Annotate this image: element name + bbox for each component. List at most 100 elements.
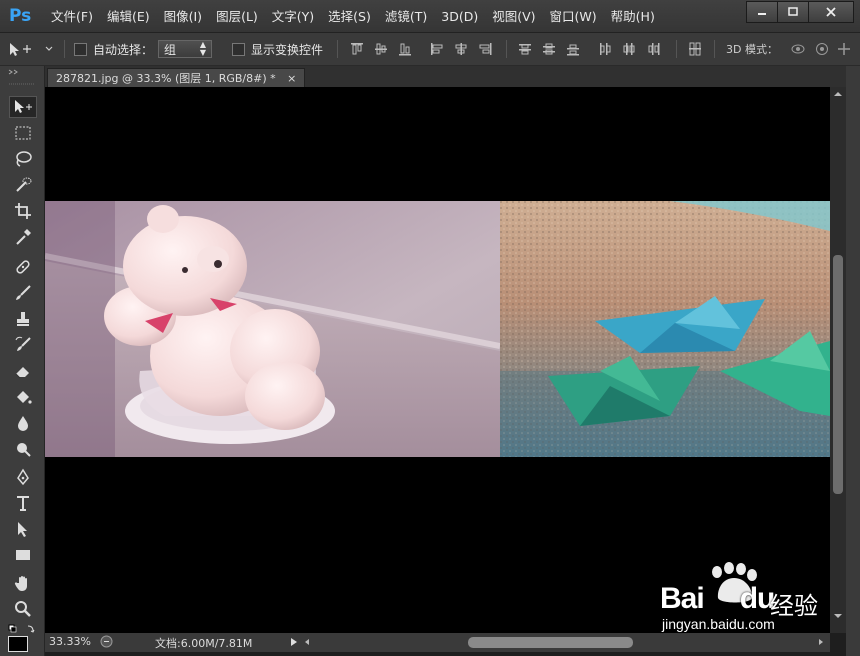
document-tab[interactable]: 287821.jpg @ 33.3% (图层 1, RGB/8#) * × (47, 68, 306, 88)
dropdown-arrows-icon: ▲ ▼ (199, 40, 206, 57)
show-transform-checkbox[interactable] (232, 42, 245, 56)
distribute-top-icon[interactable] (518, 42, 532, 56)
minimize-button[interactable] (746, 1, 778, 23)
scroll-right-icon[interactable] (817, 637, 825, 647)
vertical-scrollbar[interactable] (830, 87, 846, 633)
separator (714, 40, 715, 58)
auto-select-dropdown[interactable]: 组 ▲ ▼ (158, 40, 212, 58)
document-size: 文档:6.00M/7.81M (155, 637, 253, 650)
lasso-tool[interactable] (9, 148, 37, 170)
stamp-icon (17, 312, 29, 326)
dodge-tool[interactable] (9, 438, 37, 460)
brush-tool[interactable] (9, 282, 37, 304)
default-colors-icon[interactable] (8, 624, 36, 634)
separator (64, 40, 65, 58)
hand-tool[interactable] (9, 572, 37, 594)
menu-view[interactable]: 视图(V) (485, 0, 542, 32)
auto-select-group: 自动选择： (74, 33, 153, 65)
menu-window[interactable]: 窗口(W) (543, 0, 604, 32)
status-menu-arrow-icon[interactable] (289, 637, 299, 647)
distribute-bottom-icon[interactable] (566, 42, 580, 56)
move-tool-icon (10, 43, 53, 56)
tab-close-icon[interactable]: × (287, 72, 296, 85)
status-bar: 33.33% 文档:6.00M/7.81M (45, 633, 830, 652)
horizontal-scroll-thumb[interactable] (468, 637, 633, 648)
blur-tool[interactable] (9, 412, 37, 434)
eraser-icon (15, 367, 29, 379)
maximize-icon (788, 7, 798, 16)
title-bar: Ps 文件(F) 编辑(E) 图像(I) 图层(L) 文字(Y) 选择(S) 滤… (0, 0, 860, 33)
3d-rotate-icon[interactable] (790, 42, 806, 56)
minimize-icon (758, 13, 766, 15)
3d-pan-icon[interactable] (836, 42, 852, 56)
type-tool[interactable] (9, 492, 37, 514)
close-window-button[interactable] (808, 1, 854, 23)
menu-help[interactable]: 帮助(H) (604, 0, 662, 32)
menu-edit[interactable]: 编辑(E) (100, 0, 157, 32)
show-transform-group: 显示变换控件 (232, 33, 323, 65)
maximize-button[interactable] (777, 1, 809, 23)
zoom-icon (15, 601, 31, 617)
3d-roll-icon[interactable] (814, 42, 830, 56)
paint-bucket-tool[interactable] (9, 386, 37, 408)
scroll-left-icon[interactable] (303, 637, 311, 647)
separator (676, 40, 677, 58)
vertical-scroll-thumb[interactable] (833, 255, 843, 494)
paint-bucket-icon (17, 391, 32, 404)
auto-select-dropdown-wrap: 组 ▲ ▼ (158, 33, 212, 65)
pen-tool[interactable] (9, 466, 37, 488)
align-bottom-icon[interactable] (398, 42, 412, 56)
menu-layer[interactable]: 图层(L) (209, 0, 265, 32)
menu-image[interactable]: 图像(I) (157, 0, 209, 32)
eyedropper-tool[interactable] (9, 226, 37, 248)
distribute-left-icon[interactable] (598, 42, 612, 56)
mode-3d-label: 3D 模式： (726, 43, 778, 56)
foreground-color-swatch[interactable] (8, 636, 28, 652)
panel-grip-icon[interactable] (8, 82, 36, 86)
zoom-level[interactable]: 33.33% (49, 635, 91, 648)
align-left-icon[interactable] (430, 42, 444, 56)
menu-bar: 文件(F) 编辑(E) 图像(I) 图层(L) 文字(Y) 选择(S) 滤镜(T… (44, 0, 662, 32)
distribute-right-icon[interactable] (646, 42, 660, 56)
align-hcenter-icon[interactable] (454, 42, 468, 56)
type-icon (17, 496, 29, 511)
distribute-vcenter-icon[interactable] (542, 42, 556, 56)
separator (506, 40, 507, 58)
crop-tool[interactable] (9, 200, 37, 222)
quick-select-tool[interactable] (9, 174, 37, 196)
watermark-jingyan: 经验 (770, 592, 818, 620)
scroll-up-icon[interactable] (833, 90, 843, 98)
auto-align-layers-icon[interactable] (688, 42, 702, 56)
move-tool[interactable] (9, 96, 37, 118)
right-panel-strip (846, 66, 860, 656)
align-vcenter-icon[interactable] (374, 42, 388, 56)
menu-3d[interactable]: 3D(D) (434, 0, 485, 32)
align-top-icon[interactable] (350, 42, 364, 56)
clone-stamp-tool[interactable] (9, 308, 37, 330)
status-info-icon[interactable] (100, 635, 113, 648)
rectangle-tool[interactable] (9, 544, 37, 566)
canvas-area[interactable] (45, 87, 830, 633)
panel-collapse-icon[interactable] (8, 69, 20, 75)
distribute-hcenter-icon[interactable] (622, 42, 636, 56)
scroll-down-icon[interactable] (833, 612, 843, 620)
align-right-icon[interactable] (478, 42, 492, 56)
menu-file[interactable]: 文件(F) (44, 0, 100, 32)
menu-select[interactable]: 选择(S) (321, 0, 378, 32)
pen-icon (17, 468, 29, 486)
menu-filter[interactable]: 滤镜(T) (378, 0, 434, 32)
zoom-tool[interactable] (9, 598, 37, 620)
menu-type[interactable]: 文字(Y) (265, 0, 321, 32)
marquee-tool[interactable] (9, 122, 37, 144)
paper-boats-image (500, 201, 830, 457)
eraser-tool[interactable] (9, 360, 37, 382)
auto-select-checkbox[interactable] (74, 42, 87, 56)
tool-preset-picker[interactable] (6, 33, 54, 65)
healing-brush-tool[interactable] (9, 256, 37, 278)
path-select-tool[interactable] (9, 518, 37, 540)
rectangle-icon (16, 550, 30, 560)
tools-panel (0, 66, 45, 656)
brush-icon (16, 285, 31, 300)
quick-selection-icon (16, 177, 32, 192)
history-brush-tool[interactable] (9, 334, 37, 356)
